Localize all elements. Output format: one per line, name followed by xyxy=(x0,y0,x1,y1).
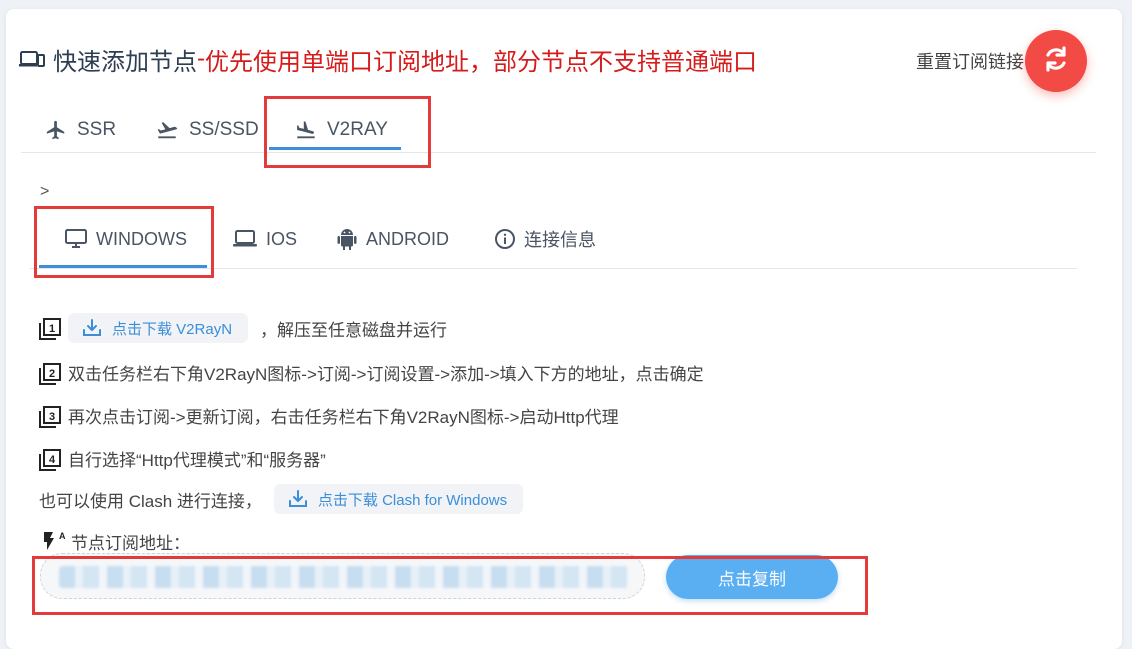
title-warning-text: 优先使用单端口订阅地址，部分节点不支持普通端口 xyxy=(205,48,757,76)
protocol-tabs: SSR SS/SSD V2RAY xyxy=(21,100,1096,153)
android-icon xyxy=(337,229,357,250)
highlight-box-v2ray xyxy=(264,96,431,168)
tab-label: 连接信息 xyxy=(524,230,596,250)
info-icon xyxy=(495,229,515,249)
title-separator: - xyxy=(197,45,205,72)
reset-subscription-label[interactable]: 重置订阅链接 xyxy=(916,48,1024,74)
step-1: 1 点击下载 V2RayN ，解压至任意磁盘并运行 xyxy=(39,313,447,343)
step-text: ，解压至任意磁盘并运行 xyxy=(260,320,448,340)
flight-takeoff-icon xyxy=(157,122,178,139)
tab-ssr[interactable]: SSR xyxy=(45,110,116,150)
page-title: 快速添加节点 - 优先使用单端口订阅地址，部分节点不支持普通端口 xyxy=(19,42,757,76)
download-icon xyxy=(83,319,101,336)
clash-text: 也可以使用 Clash 进行连接， xyxy=(39,491,262,511)
svg-text:2: 2 xyxy=(49,368,55,380)
clash-row: 也可以使用 Clash 进行连接， 点击下载 Clash for Windows xyxy=(39,484,524,514)
tab-ss-ssd[interactable]: SS/SSD xyxy=(155,110,259,150)
svg-text:3: 3 xyxy=(49,411,55,423)
number-box-3-icon: 3 xyxy=(39,405,61,428)
download-clash-button[interactable]: 点击下载 Clash for Windows xyxy=(273,484,524,514)
step-2: 2 双击任务栏右下角V2RayN图标->订阅->订阅设置->添加->填入下方的地… xyxy=(39,360,704,385)
subscription-label: A 节点订阅地址： xyxy=(41,530,190,552)
number-box-2-icon: 2 xyxy=(39,362,61,385)
tab-android[interactable]: ANDROID xyxy=(336,222,449,256)
tab-label: SS/SSD xyxy=(189,119,259,140)
download-label: 点击下载 V2RayN xyxy=(112,320,233,338)
subscription-label-text: 节点订阅地址： xyxy=(71,533,190,553)
laptop-icon xyxy=(233,230,257,247)
step-text: 再次点击订阅->更新订阅，右击任务栏右下角V2RayN图标->启动Http代理 xyxy=(68,408,619,427)
highlight-box-windows xyxy=(34,206,214,278)
breadcrumb-marker: > xyxy=(40,183,50,200)
number-box-1-icon: 1 xyxy=(39,318,61,340)
step-3: 3 再次点击订阅->更新订阅，右击任务栏右下角V2RayN图标->启动Http代… xyxy=(39,403,619,428)
tab-label: ANDROID xyxy=(366,228,450,249)
step-4: 4 自行选择“Http代理模式”和“服务器” xyxy=(39,446,326,471)
svg-text:1: 1 xyxy=(49,323,55,335)
highlight-box-subscription xyxy=(32,556,868,615)
step-text: 双击任务栏右下角V2RayN图标->订阅->订阅设置->添加->填入下方的地址，… xyxy=(68,365,704,384)
title-main-text: 快速添加节点 xyxy=(53,48,197,76)
reset-subscription-button[interactable] xyxy=(1025,30,1087,92)
tab-ios[interactable]: IOS xyxy=(232,222,297,256)
tab-label: SSR xyxy=(77,119,117,140)
refresh-icon xyxy=(1041,44,1071,79)
download-label: 点击下载 Clash for Windows xyxy=(317,491,508,509)
number-box-4-icon: 4 xyxy=(39,448,61,471)
flash-auto-icon: A xyxy=(44,531,65,550)
svg-text:4: 4 xyxy=(49,454,56,466)
svg-text:A: A xyxy=(59,531,65,541)
download-icon xyxy=(288,490,307,507)
devices-icon xyxy=(19,49,45,69)
airplane-icon xyxy=(46,120,65,140)
tab-connection-info[interactable]: 连接信息 xyxy=(494,222,596,256)
tab-label: IOS xyxy=(266,228,298,249)
step-text: 自行选择“Http代理模式”和“服务器” xyxy=(68,451,326,470)
download-v2rayn-button[interactable]: 点击下载 V2RayN xyxy=(68,313,249,343)
